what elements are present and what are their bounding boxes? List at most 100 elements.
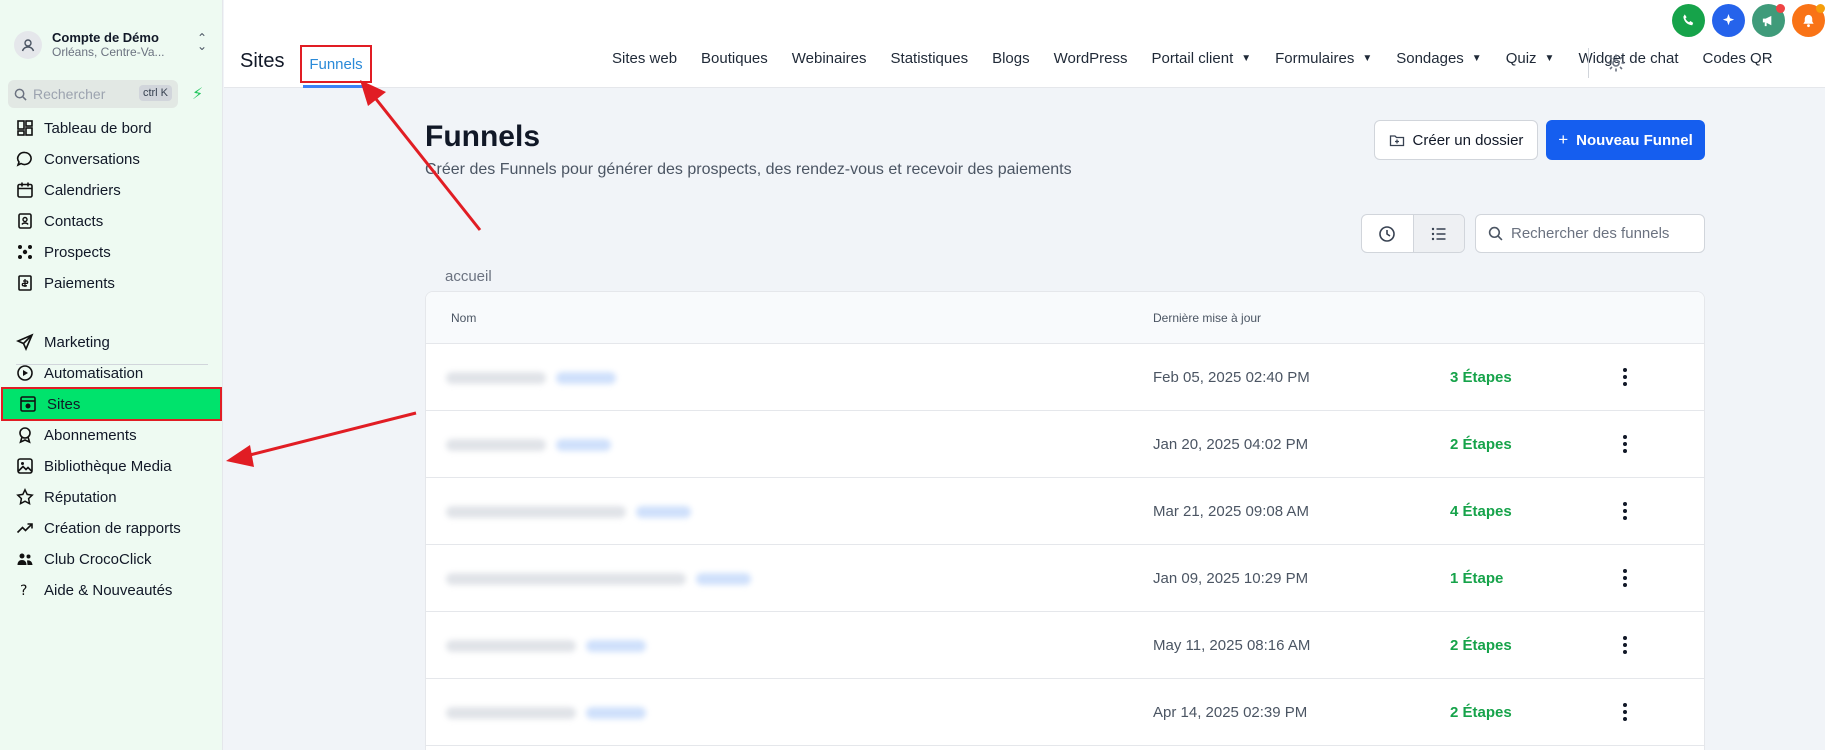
more-vertical-icon[interactable] — [1618, 697, 1632, 727]
megaphone-icon[interactable] — [1752, 4, 1785, 37]
blurred-funnel-name[interactable] — [446, 573, 686, 585]
row-updated: Apr 14, 2025 02:39 PM — [1153, 704, 1308, 721]
sidebar-item-label: Calendriers — [44, 181, 121, 199]
account-switcher[interactable]: Compte de Démo Orléans, Centre-Va... ⌃ ⌄ — [10, 24, 213, 66]
sidebar-item-aide-nouveaut-s[interactable]: ? Aide & Nouveautés — [0, 573, 223, 607]
blurred-funnel-name[interactable] — [446, 640, 576, 652]
sidebar-item-r-putation[interactable]: Réputation — [0, 480, 223, 514]
funnel-search-input[interactable]: Rechercher des funnels — [1475, 214, 1705, 253]
sidebar-item-label: Aide & Nouveautés — [44, 581, 173, 599]
sidebar-item-abonnements[interactable]: Abonnements — [0, 418, 223, 452]
more-vertical-icon[interactable] — [1618, 496, 1632, 526]
clock-icon[interactable] — [1362, 215, 1413, 252]
column-name: Nom — [451, 311, 477, 325]
tab-label: Boutiques — [701, 50, 768, 67]
phone-icon[interactable] — [1672, 4, 1705, 37]
sidebar-divider — [16, 364, 208, 365]
tab-label: Sondages — [1396, 50, 1464, 67]
sidebar-item-label: Automatisation — [44, 364, 144, 382]
sparkle-icon[interactable] — [1712, 4, 1745, 37]
chevron-down-icon: ▼ — [1544, 53, 1555, 64]
more-vertical-icon[interactable] — [1618, 563, 1632, 593]
sidebar-item-calendriers[interactable]: Calendriers — [0, 173, 223, 207]
tab-statistiques[interactable]: Statistiques — [891, 50, 969, 67]
send-icon — [16, 333, 34, 351]
row-steps[interactable]: 3 Étapes — [1450, 369, 1512, 386]
sidebar-item-prospects[interactable]: Prospects — [0, 235, 223, 269]
chevron-updown-icon: ⌃ ⌄ — [196, 31, 207, 53]
blurred-funnel-tag — [696, 573, 751, 585]
sidebar-item-label: Tableau de bord — [44, 119, 152, 137]
sidebar-item-automatisation[interactable]: Automatisation — [0, 356, 223, 390]
page-label: Sites — [240, 50, 285, 72]
sidebar-item-conversations[interactable]: Conversations — [0, 142, 223, 176]
folder-plus-icon — [1389, 135, 1404, 147]
bolt-icon[interactable]: ⚡ — [192, 84, 203, 104]
sidebar-item-biblioth-que-media[interactable]: Bibliothèque Media — [0, 449, 223, 483]
tab-codes-qr[interactable]: Codes QR — [1703, 50, 1773, 67]
sidebar-item-label: Réputation — [44, 488, 117, 506]
row-steps[interactable]: 2 Étapes — [1450, 637, 1512, 654]
tab-widget-de-chat[interactable]: Widget de chat — [1578, 50, 1678, 67]
table-row[interactable]: May 11, 2025 08:16 AM 2 Étapes — [426, 612, 1704, 679]
search-icon — [14, 88, 27, 101]
tab-quiz[interactable]: Quiz ▼ — [1506, 50, 1555, 67]
sidebar-item-sites[interactable]: Sites — [1, 387, 222, 421]
tab-blogs[interactable]: Blogs — [992, 50, 1030, 67]
gear-icon[interactable] — [1606, 53, 1626, 78]
tab-webinaires[interactable]: Webinaires — [792, 50, 867, 67]
column-updated: Dernière mise à jour — [1153, 311, 1262, 325]
tab-wordpress[interactable]: WordPress — [1054, 50, 1128, 67]
tab-funnels[interactable]: Funnels — [300, 45, 372, 83]
sidebar-item-marketing[interactable]: Marketing — [0, 325, 223, 359]
sidebar-item-tableau-de-bord[interactable]: Tableau de bord — [0, 111, 223, 145]
automation-icon — [17, 365, 33, 381]
breadcrumb[interactable]: accueil — [445, 268, 492, 285]
row-steps[interactable]: 2 Étapes — [1450, 436, 1512, 453]
sidebar-search[interactable]: Rechercher ctrl K — [8, 80, 178, 108]
row-steps[interactable]: 4 Étapes — [1450, 503, 1512, 520]
table-row[interactable]: Mar 21, 2025 09:08 AM 4 Étapes — [426, 478, 1704, 545]
tab-boutiques[interactable]: Boutiques — [701, 50, 768, 67]
help-icon: ? — [20, 583, 27, 599]
star-icon — [16, 488, 34, 505]
bell-icon[interactable] — [1792, 4, 1825, 37]
sidebar-item-paiements[interactable]: Paiements — [0, 266, 223, 300]
row-steps[interactable]: 1 Étape — [1450, 570, 1503, 587]
table-row[interactable]: Jan 09, 2025 10:29 PM 1 Étape — [426, 545, 1704, 612]
new-funnel-button[interactable]: + Nouveau Funnel — [1546, 120, 1705, 160]
page-subtitle: Créer des Funnels pour générer des prosp… — [425, 161, 1072, 178]
more-vertical-icon[interactable] — [1618, 630, 1632, 660]
tab-formulaires[interactable]: Formulaires ▼ — [1275, 50, 1372, 67]
blurred-funnel-tag — [556, 372, 616, 384]
table-row[interactable]: Apr 14, 2025 02:39 PM 2 Étapes — [426, 679, 1704, 746]
sidebar-item-label: Conversations — [44, 150, 140, 168]
funnel-search-placeholder: Rechercher des funnels — [1511, 225, 1670, 242]
sidebar-item-contacts[interactable]: Contacts — [0, 204, 223, 238]
blurred-funnel-name[interactable] — [446, 707, 576, 719]
list-view-icon[interactable] — [1412, 215, 1464, 252]
table-row[interactable]: Feb 05, 2025 02:40 PM 3 Étapes — [426, 344, 1704, 411]
table-row[interactable]: Jan 20, 2025 04:02 PM 2 Étapes — [426, 411, 1704, 478]
blurred-funnel-name[interactable] — [446, 372, 546, 384]
sites-icon — [20, 396, 36, 412]
blurred-funnel-name[interactable] — [446, 439, 546, 451]
sidebar-item-club-crococlick[interactable]: Club CrocoClick — [0, 542, 223, 576]
tab-label: Portail client — [1151, 50, 1234, 67]
sidebar-item-cr-ation-de-rapports[interactable]: Création de rapports — [0, 511, 223, 545]
tab-label: Statistiques — [890, 50, 969, 67]
more-vertical-icon[interactable] — [1618, 429, 1632, 459]
tab-sondages[interactable]: Sondages ▼ — [1396, 50, 1481, 67]
tab-sites-web[interactable]: Sites web — [612, 50, 677, 67]
create-folder-button[interactable]: Créer un dossier — [1374, 120, 1538, 160]
more-vertical-icon[interactable] — [1618, 362, 1632, 392]
sidebar-item-label: Marketing — [44, 333, 110, 351]
tab-portail-client[interactable]: Portail client ▼ — [1152, 50, 1252, 67]
row-steps[interactable]: 2 Étapes — [1450, 704, 1512, 721]
tab-label: Webinaires — [791, 50, 867, 67]
chevron-down-icon: ▼ — [1362, 53, 1373, 64]
sidebar-search-placeholder: Rechercher — [33, 86, 106, 102]
account-name: Compte de Démo — [52, 30, 159, 45]
blurred-funnel-name[interactable] — [446, 506, 626, 518]
row-updated: May 11, 2025 08:16 AM — [1153, 637, 1311, 654]
